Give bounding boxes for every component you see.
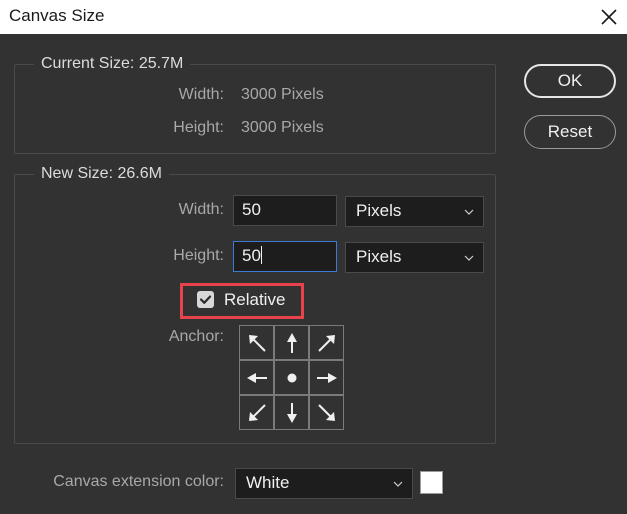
extension-color-swatch[interactable] — [420, 471, 443, 494]
anchor-bottom[interactable] — [274, 395, 309, 430]
current-height-label: Height: — [173, 119, 224, 136]
arrow-down-right-icon — [317, 403, 335, 421]
window-title: Canvas Size — [9, 6, 105, 25]
arrow-up-icon — [286, 332, 297, 353]
anchor-center-dot-icon — [287, 373, 296, 382]
height-input[interactable]: 50 — [233, 241, 337, 272]
width-unit-value: Pixels — [356, 201, 402, 220]
chevron-down-icon — [393, 481, 403, 487]
arrow-down-icon — [286, 402, 297, 423]
new-size-legend: New Size: 26.6M — [34, 165, 169, 183]
chevron-down-icon — [464, 255, 474, 261]
chevron-down-icon — [464, 209, 474, 215]
anchor-bottom-right[interactable] — [309, 395, 344, 430]
anchor-left[interactable] — [239, 360, 274, 395]
relative-label[interactable]: Relative — [224, 290, 285, 310]
extension-color-select[interactable]: White — [235, 468, 413, 499]
anchor-bottom-left[interactable] — [239, 395, 274, 430]
anchor-grid — [239, 325, 344, 430]
width-unit-select[interactable]: Pixels — [345, 196, 484, 227]
height-unit-select[interactable]: Pixels — [345, 242, 484, 273]
arrow-up-right-icon — [317, 334, 335, 352]
extension-color-label: Canvas extension color: — [53, 473, 224, 490]
anchor-label: Anchor: — [168, 328, 224, 345]
anchor-center[interactable] — [274, 360, 309, 395]
current-width-value: 3000 Pixels — [241, 86, 324, 103]
height-unit-value: Pixels — [356, 247, 402, 266]
close-icon[interactable] — [597, 5, 621, 29]
checkmark-icon — [199, 295, 212, 304]
anchor-right[interactable] — [309, 360, 344, 395]
new-width-label: Width: — [178, 201, 224, 218]
extension-color-value: White — [246, 473, 290, 492]
current-size-group — [14, 64, 496, 154]
arrow-left-icon — [246, 372, 267, 383]
new-height-label: Height: — [173, 247, 224, 264]
width-input[interactable]: 50 — [233, 195, 337, 226]
current-height-value: 3000 Pixels — [241, 119, 324, 136]
title-bar: Canvas Size — [0, 0, 627, 34]
anchor-top[interactable] — [274, 325, 309, 360]
width-input-value: 50 — [242, 200, 261, 219]
ok-button[interactable]: OK — [524, 64, 616, 98]
anchor-top-left[interactable] — [239, 325, 274, 360]
anchor-top-right[interactable] — [309, 325, 344, 360]
arrow-up-left-icon — [248, 334, 266, 352]
relative-checkbox[interactable] — [197, 291, 214, 308]
arrow-right-icon — [316, 372, 337, 383]
text-caret — [260, 246, 262, 264]
current-size-legend: Current Size: 25.7M — [34, 55, 191, 73]
current-width-label: Width: — [178, 86, 224, 103]
height-input-value: 50 — [242, 246, 261, 265]
reset-button[interactable]: Reset — [524, 115, 616, 149]
arrow-down-left-icon — [248, 403, 266, 421]
